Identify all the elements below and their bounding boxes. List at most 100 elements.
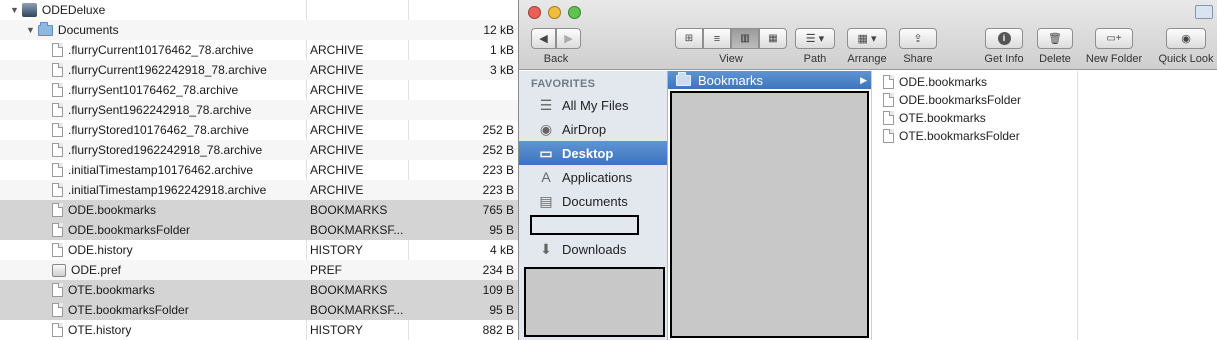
file-name-cell: ODE.pref	[52, 260, 121, 280]
document-icon	[52, 163, 63, 177]
finder-window: ◀ ▶ Back ⊞ ≡ ▥ ▦ View ☰ ▾ Path ▦ ▾ Arran…	[518, 0, 1217, 340]
arrange-icon: ▦ ▾	[857, 33, 877, 45]
file-name-cell: OTE.bookmarks	[52, 280, 155, 300]
forward-arrow-icon: ▶	[564, 33, 573, 45]
finder-toolbar: ◀ ▶ Back ⊞ ≡ ▥ ▦ View ☰ ▾ Path ▦ ▾ Arran…	[519, 0, 1217, 70]
file-name: OTE.bookmarksFolder	[68, 303, 189, 317]
sidebar-item-downloads[interactable]: ⬇ Downloads	[519, 237, 667, 261]
file-size: 4 kB	[489, 243, 514, 257]
file-size: 234 B	[482, 263, 514, 277]
document-icon	[52, 283, 63, 297]
column-view-button[interactable]: ▥	[731, 28, 759, 49]
list-view-icon: ≡	[713, 32, 721, 45]
file-row[interactable]: OTE.bookmarksFolder BOOKMARKSF... 95 B	[0, 300, 518, 320]
delete-button[interactable]: 🗑	[1037, 28, 1073, 49]
document-icon	[883, 129, 894, 143]
document-icon	[52, 63, 63, 77]
file-kind: PREF	[310, 263, 343, 277]
sidebar-item-documents[interactable]: ▤ Documents	[519, 189, 667, 213]
new-folder-button[interactable]: ▭+	[1095, 28, 1133, 49]
column-file-label: OTE.bookmarksFolder	[899, 129, 1020, 143]
column-file-item[interactable]: ODE.bookmarksFolder	[883, 91, 1021, 109]
document-icon	[883, 93, 894, 107]
file-row[interactable]: ODE.history HISTORY 4 kB	[0, 240, 518, 260]
file-size: 882 B	[482, 323, 514, 337]
get-info-button[interactable]: i	[985, 28, 1023, 49]
column-view-icon: ▥	[740, 33, 750, 44]
sidebar-item-desktop[interactable]: ▭ Desktop	[519, 141, 667, 165]
disclosure-triangle-icon[interactable]: ▼	[10, 5, 19, 15]
file-row[interactable]: OTE.history HISTORY 882 B	[0, 320, 518, 340]
trash-icon: 🗑	[1048, 33, 1062, 45]
eye-icon: ◉	[1181, 33, 1191, 45]
sidebar-item-label: Documents	[562, 193, 628, 209]
minimize-window-button[interactable]	[548, 6, 561, 19]
column-file-label: ODE.bookmarksFolder	[899, 93, 1022, 107]
back-button[interactable]: ◀	[531, 28, 556, 49]
file-kind: ARCHIVE	[310, 63, 364, 77]
file-name-cell: OTE.bookmarksFolder	[52, 300, 189, 320]
share-button[interactable]: ⇪	[899, 28, 937, 49]
file-row[interactable]: .initialTimestamp1962242918.archive ARCHI…	[0, 180, 518, 200]
file-row[interactable]: ▼ ODEDeluxe	[0, 0, 518, 20]
column-item-bookmarks[interactable]: Bookmarks ▶	[668, 71, 871, 89]
path-button[interactable]: ☰ ▾	[795, 28, 835, 49]
disclosure-arrow-icon: ▶	[860, 74, 867, 85]
file-name-cell: .flurryStored1962242918_78.archive	[52, 140, 262, 160]
icon-view-button[interactable]: ⊞	[675, 28, 703, 49]
document-icon	[883, 75, 894, 89]
sidebar-item-label: All My Files	[562, 97, 629, 113]
list-view-button[interactable]: ≡	[703, 28, 731, 49]
file-name: ODE.pref	[71, 263, 122, 277]
quick-look-button[interactable]: ◉	[1166, 28, 1206, 49]
browser-column-3	[1079, 71, 1217, 340]
file-row[interactable]: ODE.bookmarksFolder BOOKMARKSF... 95 B	[0, 220, 518, 240]
documents-icon: ▤	[539, 193, 553, 209]
file-name: .flurrySent1962242918_78.archive	[68, 103, 252, 117]
file-row[interactable]: ODE.bookmarks BOOKMARKS 765 B	[0, 200, 518, 220]
back-label: Back	[543, 53, 569, 65]
coverflow-view-button[interactable]: ▦	[759, 28, 787, 49]
file-row[interactable]: .flurrySent10176462_78.archive ARCHIVE	[0, 80, 518, 100]
file-row[interactable]: ▼ Documents 12 kB	[0, 20, 518, 40]
disclosure-triangle-icon[interactable]: ▼	[26, 25, 35, 35]
column-file-item[interactable]: OTE.bookmarks	[883, 109, 986, 127]
sidebar-item-applications[interactable]: A Applications	[519, 165, 667, 189]
file-row[interactable]: .flurryCurrent10176462_78.archive ARCHIVE…	[0, 40, 518, 60]
document-icon	[52, 83, 63, 97]
file-size: 109 B	[482, 283, 514, 297]
file-name: OTE.bookmarks	[68, 283, 155, 297]
arrange-button[interactable]: ▦ ▾	[847, 28, 887, 49]
file-row[interactable]: ODE.pref PREF 234 B	[0, 260, 518, 280]
file-kind: ARCHIVE	[310, 163, 364, 177]
file-name-cell: .flurrySent1962242918_78.archive	[52, 100, 251, 120]
document-icon	[52, 43, 63, 57]
column-file-item[interactable]: OTE.bookmarksFolder	[883, 127, 1020, 145]
file-row[interactable]: .flurryCurrent1962242918_78.archive ARCHI…	[0, 60, 518, 80]
file-name: Documents	[57, 23, 119, 37]
file-size: 223 B	[482, 163, 514, 177]
file-row[interactable]: .flurrySent1962242918_78.archive ARCHIVE	[0, 100, 518, 120]
window-folder-icon	[1195, 5, 1213, 19]
file-row[interactable]: .initialTimestamp10176462.archive ARCHIVE…	[0, 160, 518, 180]
file-kind: ARCHIVE	[310, 143, 364, 157]
file-kind: ARCHIVE	[310, 123, 364, 137]
file-size: 95 B	[489, 223, 514, 237]
sidebar-item-all-my-files[interactable]: ☰ All My Files	[519, 93, 667, 117]
sidebar-item-label: Desktop	[562, 145, 614, 161]
file-kind: BOOKMARKSF...	[310, 223, 404, 237]
file-kind: HISTORY	[310, 243, 363, 257]
zoom-window-button[interactable]	[568, 6, 581, 19]
file-row[interactable]: OTE.bookmarks BOOKMARKS 109 B	[0, 280, 518, 300]
browser-column-1: Bookmarks ▶	[668, 71, 872, 340]
sidebar-item-airdrop[interactable]: ◉ AirDrop	[519, 117, 667, 141]
file-row[interactable]: .flurryStored10176462_78.archive ARCHIVE 2…	[0, 120, 518, 140]
forward-button[interactable]: ▶	[556, 28, 581, 49]
document-icon	[52, 183, 63, 197]
delete-label: Delete	[1039, 53, 1071, 65]
file-size: 252 B	[482, 123, 514, 137]
file-row[interactable]: .flurryStored1962242918_78.archive ARCHIV…	[0, 140, 518, 160]
close-window-button[interactable]	[528, 6, 541, 19]
file-name-cell: .flurryCurrent1962242918_78.archive	[52, 60, 267, 80]
column-file-item[interactable]: ODE.bookmarks	[883, 73, 987, 91]
